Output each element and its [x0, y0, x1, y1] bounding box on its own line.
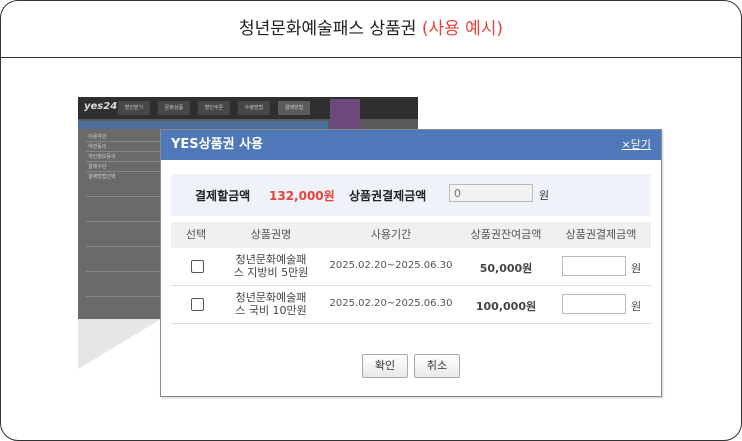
- voucher-name-line1: 청년문화예술패: [235, 253, 307, 266]
- background-shadow: [78, 319, 161, 369]
- cancel-button[interactable]: 취소: [414, 354, 460, 378]
- header-name: 상품권명: [250, 228, 292, 241]
- background-tab: 할인쿠폰: [198, 101, 230, 115]
- voucher-name-line1: 청년문화예술패: [235, 291, 307, 304]
- pay-amount-value: 132,000원: [269, 189, 335, 203]
- payment-summary: 결제할금액 132,000원 상품권결제금액 원: [171, 174, 651, 216]
- voucher-pay-input[interactable]: [562, 256, 626, 276]
- table-row: 청년문화예술패 스 지방비 5만원 2025.02.20~2025.06.30 5…: [171, 248, 651, 286]
- usage-period: 2025.02.20~2025.06.30: [329, 298, 453, 309]
- yes-voucher-dialog: YES상품권 사용 ×닫기 결제할금액 132,000원 상품권결제금액 원 선…: [160, 129, 662, 397]
- table-header: 선택 상품권명 사용기간 상품권잔여금액 상품권결제금액: [171, 222, 651, 248]
- usage-period: 2025.02.20~2025.06.30: [329, 260, 453, 271]
- background-tab: 결제방법: [278, 101, 310, 115]
- pay-amount-label: 결제할금액: [195, 189, 251, 203]
- background-label: 결제수단: [88, 164, 107, 170]
- background-tab: 할인받기: [118, 101, 150, 115]
- pay-unit: 원: [631, 300, 642, 313]
- page-title-main: 청년문화예술패스 상품권: [238, 19, 422, 39]
- close-button[interactable]: ×닫기: [622, 130, 651, 160]
- confirm-button[interactable]: 확인: [362, 354, 408, 378]
- background-logo: yes24: [84, 101, 118, 112]
- background-label: 개인정보동의: [88, 154, 116, 160]
- select-checkbox[interactable]: [191, 298, 204, 311]
- pay-unit: 원: [631, 262, 642, 275]
- page-title: 청년문화예술패스 상품권 (사용 예시): [1, 1, 741, 58]
- voucher-balance: 50,000원: [479, 262, 533, 275]
- voucher-balance: 100,000원: [475, 300, 537, 313]
- header-select: 선택: [185, 228, 207, 241]
- table-row: 청년문화예술패 스 국비 10만원 2025.02.20~2025.06.30 1…: [171, 286, 651, 324]
- voucher-name-line2: 스 지방비 5만원: [233, 266, 309, 279]
- voucher-name: 청년문화예술패 스 지방비 5만원: [231, 253, 311, 279]
- header-pay-amount: 상품권결제금액: [565, 228, 637, 241]
- example-frame: 청년문화예술패스 상품권 (사용 예시) yes24 할인받기 문화상품 할인쿠…: [0, 0, 742, 441]
- background-tab: 수령방법: [238, 101, 270, 115]
- background-label: 약관동의: [88, 144, 107, 150]
- header-period: 사용기간: [370, 228, 412, 241]
- dialog-title: YES상품권 사용: [171, 137, 263, 152]
- voucher-amount-input[interactable]: [449, 184, 533, 202]
- voucher-name-line2: 스 국비 10만원: [235, 304, 307, 317]
- background-label: 결제방법선택: [88, 174, 116, 180]
- dialog-header: YES상품권 사용 ×닫기: [161, 130, 661, 160]
- page-title-highlight: (사용 예시): [421, 19, 504, 39]
- background-panel-header: [78, 121, 328, 129]
- select-checkbox[interactable]: [191, 260, 204, 273]
- voucher-amount-label: 상품권결제금액: [349, 189, 427, 203]
- background-tab: 문화상품: [158, 101, 190, 115]
- voucher-amount-unit: 원: [539, 189, 550, 202]
- background-topbar: yes24 할인받기 문화상품 할인쿠폰 수령방법 결제방법: [78, 97, 418, 119]
- header-balance: 상품권잔여금액: [470, 228, 542, 241]
- voucher-pay-input[interactable]: [562, 294, 626, 314]
- background-label: 이용약관: [88, 134, 107, 140]
- voucher-name: 청년문화예술패 스 국비 10만원: [231, 291, 311, 317]
